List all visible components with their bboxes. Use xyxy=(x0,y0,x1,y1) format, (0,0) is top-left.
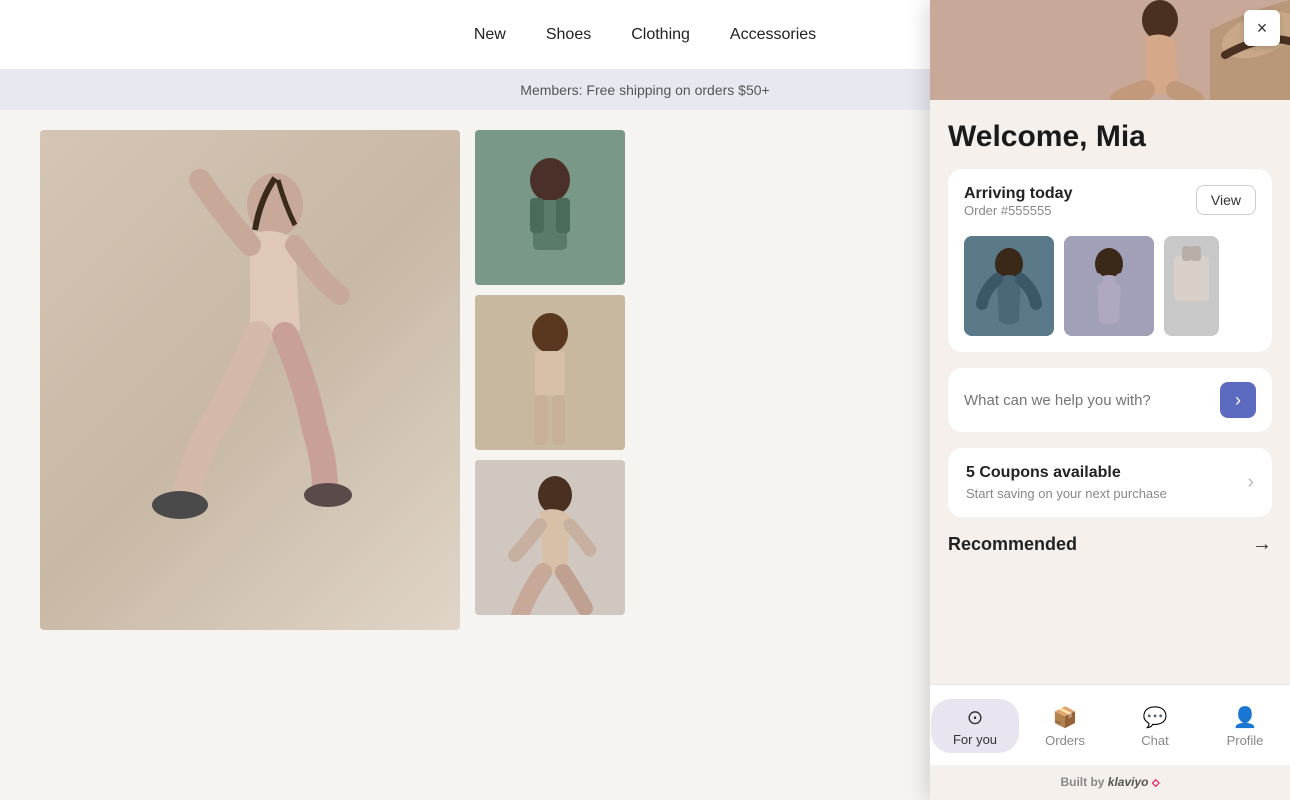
for-you-label: For you xyxy=(953,732,997,747)
arriving-today-content: Arriving today Order #555555 xyxy=(964,185,1072,232)
arriving-order: Order #555555 xyxy=(964,203,1072,218)
klaviyo-logo-mark: ⬦ xyxy=(1152,777,1160,789)
product-thumbnail-1[interactable] xyxy=(475,130,625,285)
thumb3-illustration xyxy=(475,460,625,615)
close-button[interactable]: × xyxy=(1244,10,1280,46)
arriving-item-3-img xyxy=(1164,236,1219,336)
welcome-text: Welcome, Mia xyxy=(948,120,1272,153)
arriving-item-2-img xyxy=(1064,236,1154,336)
profile-icon: 👤 xyxy=(1233,705,1258,730)
panel-header-image-inner xyxy=(930,0,1290,100)
coupons-subtitle: Start saving on your next purchase xyxy=(966,486,1167,501)
chat-label: Chat xyxy=(1141,733,1168,748)
thumb1-illustration xyxy=(475,130,625,285)
nav-link-shoes[interactable]: Shoes xyxy=(546,26,591,44)
tab-for-you[interactable]: ⊙ For you xyxy=(930,695,1020,757)
arriving-item-3 xyxy=(1164,236,1219,336)
coupons-info: 5 Coupons available Start saving on your… xyxy=(966,464,1167,501)
product-thumbnail-2[interactable] xyxy=(475,295,625,450)
profile-label: Profile xyxy=(1227,733,1264,748)
arriving-item-2 xyxy=(1064,236,1154,336)
tab-chat[interactable]: 💬 Chat xyxy=(1110,701,1200,752)
panel-body: Welcome, Mia Arriving today Order #55555… xyxy=(930,100,1290,684)
thumbnail-column xyxy=(475,130,625,776)
tab-profile[interactable]: 👤 Profile xyxy=(1200,701,1290,752)
tab-for-you-active: ⊙ For you xyxy=(931,699,1019,753)
send-button[interactable]: › xyxy=(1220,382,1256,418)
nav-link-clothing[interactable]: Clothing xyxy=(631,26,690,44)
arriving-card: Arriving today Order #555555 View xyxy=(948,169,1272,352)
chevron-right-icon: › xyxy=(1235,390,1241,411)
banner-text: Members: Free shipping on orders $50+ xyxy=(520,82,769,98)
panel-header-image: × xyxy=(930,0,1290,100)
klaviyo-brand: klaviyo xyxy=(1108,775,1149,789)
product-images xyxy=(40,130,1020,776)
for-you-icon: ⊙ xyxy=(967,705,984,730)
main-image-placeholder xyxy=(40,130,460,630)
main-product-image xyxy=(40,130,460,630)
nav-link-new[interactable]: New xyxy=(474,26,506,44)
panel-overlay: × Welcome, Mia Arriving today Order #555… xyxy=(930,0,1290,800)
arriving-item-1 xyxy=(964,236,1054,336)
recommended-section: Recommended → xyxy=(948,533,1272,568)
arriving-title: Arriving today xyxy=(964,185,1072,203)
help-input-wrapper: › xyxy=(948,368,1272,432)
arriving-item-1-img xyxy=(964,236,1054,336)
arriving-images xyxy=(964,236,1256,336)
arriving-header: Arriving today Order #555555 View xyxy=(964,185,1256,232)
built-by-text: Built by xyxy=(1060,775,1104,789)
orders-icon: 📦 xyxy=(1053,705,1078,730)
tab-orders[interactable]: 📦 Orders xyxy=(1020,701,1110,752)
recommended-arrow-icon[interactable]: → xyxy=(1252,533,1272,556)
orders-label: Orders xyxy=(1045,733,1085,748)
nav-link-accessories[interactable]: Accessories xyxy=(730,26,816,44)
chat-icon: 💬 xyxy=(1143,705,1168,730)
nav-links: New Shoes Clothing Accessories xyxy=(474,26,816,44)
help-input[interactable] xyxy=(964,392,1210,409)
thumb2-illustration xyxy=(475,295,625,450)
recommended-header: Recommended → xyxy=(948,533,1272,556)
close-icon: × xyxy=(1257,18,1268,39)
panel-bottom-nav: ⊙ For you 📦 Orders 💬 Chat 👤 Profile xyxy=(930,684,1290,765)
product-thumbnail-3[interactable] xyxy=(475,460,625,615)
runner-illustration xyxy=(130,150,370,610)
coupons-title: 5 Coupons available xyxy=(966,464,1167,482)
coupons-chevron-icon: › xyxy=(1247,471,1254,494)
built-by-footer: Built by klaviyo ⬦ xyxy=(930,765,1290,800)
view-order-button[interactable]: View xyxy=(1196,185,1256,215)
panel-header-illustration xyxy=(930,0,1290,100)
recommended-title: Recommended xyxy=(948,534,1077,555)
coupons-card[interactable]: 5 Coupons available Start saving on your… xyxy=(948,448,1272,517)
